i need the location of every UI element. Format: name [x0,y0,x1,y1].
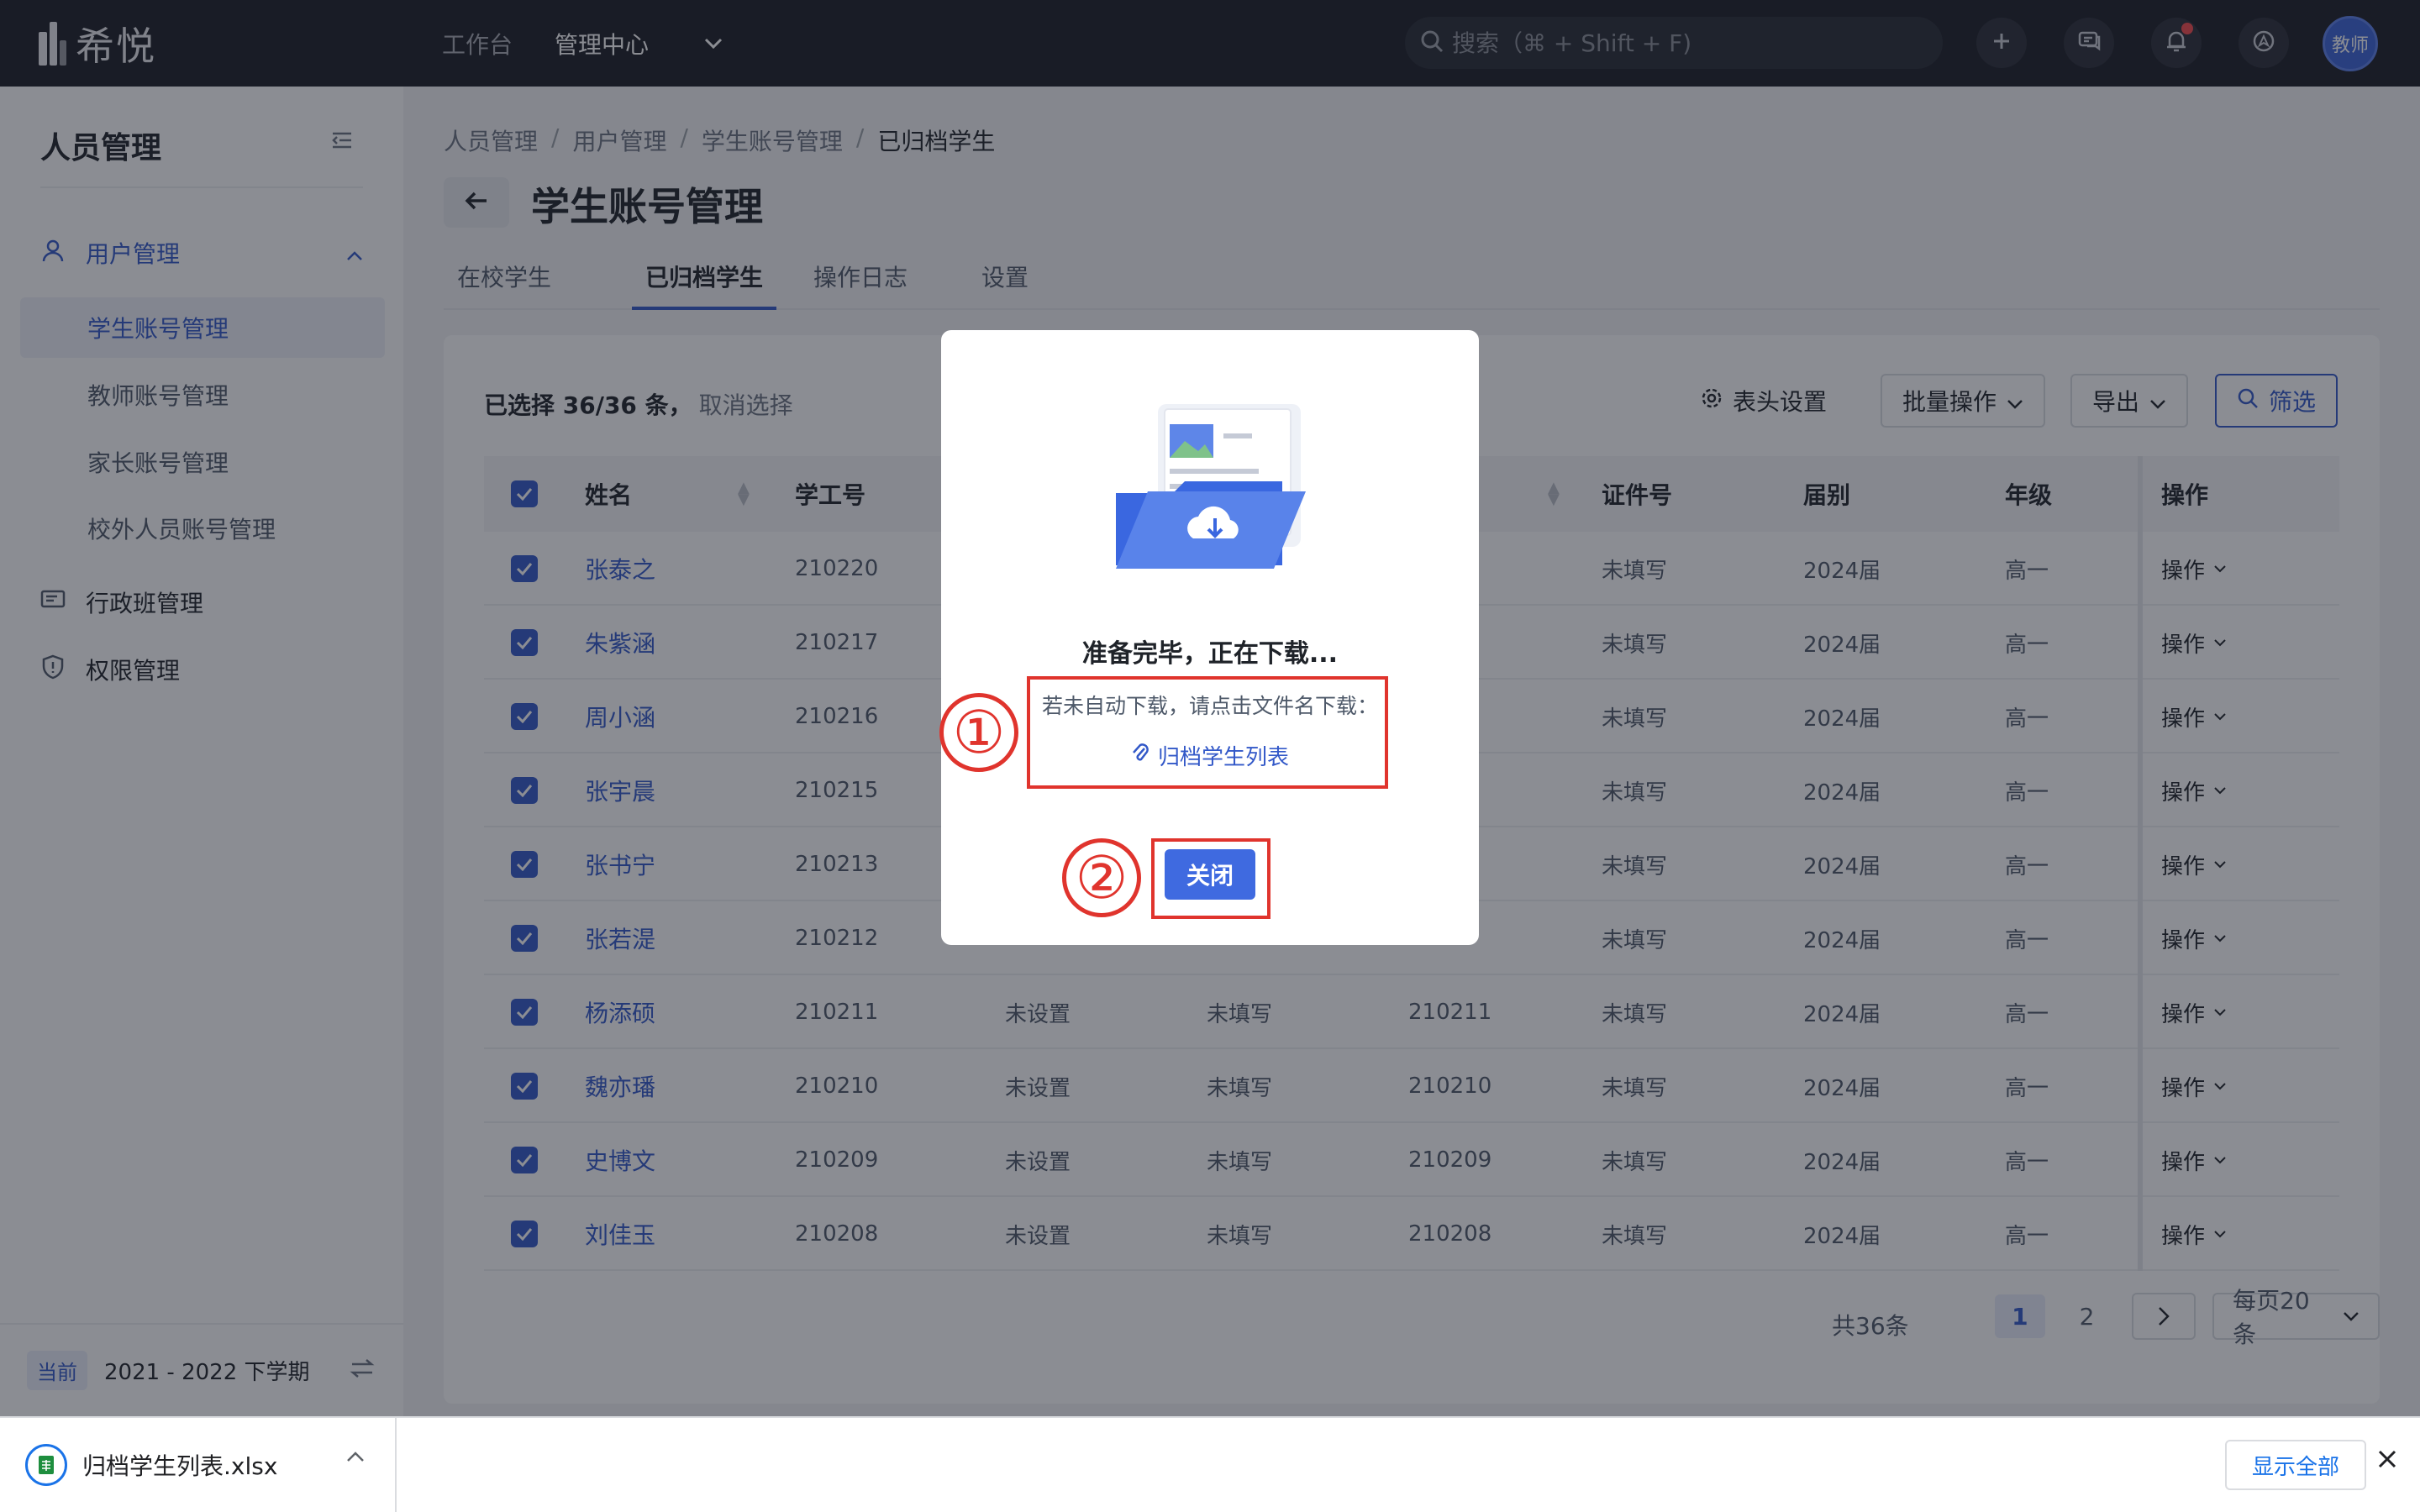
annotation-box-1 [1027,676,1388,789]
download-item[interactable]: 归档学生列表.xlsx [0,1418,397,1512]
chevron-up-icon[interactable] [346,1450,365,1466]
annotation-number-2: ② [1062,838,1141,917]
show-all-button[interactable]: 显示全部 [2225,1440,2367,1490]
annotation-number-1: ① [939,693,1018,772]
download-bar: 归档学生列表.xlsx 显示全部 [0,1416,2420,1512]
modal-title: 准备完毕，正在下载... [1081,639,1339,669]
annotation-box-2 [1151,838,1270,919]
download-file-name: 归档学生列表.xlsx [82,1452,278,1480]
spreadsheet-file-icon [25,1444,67,1486]
close-icon[interactable] [2376,1448,2398,1473]
download-folder-illustration [1114,401,1307,572]
